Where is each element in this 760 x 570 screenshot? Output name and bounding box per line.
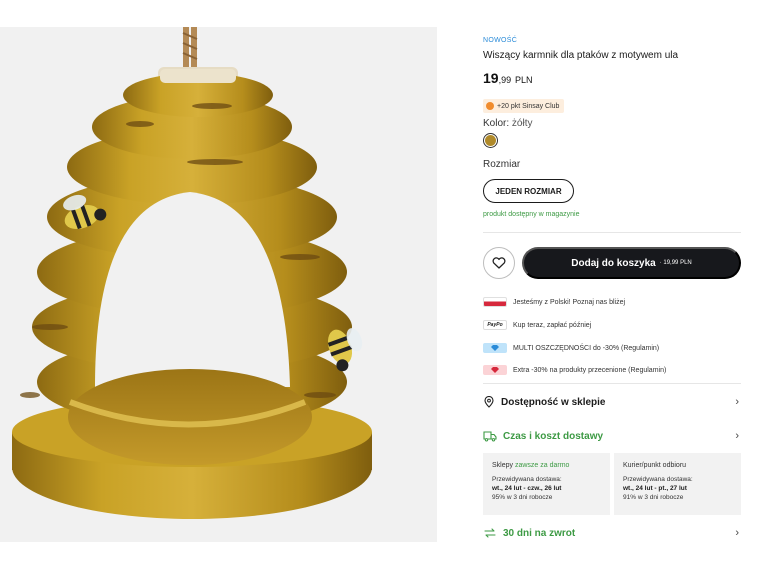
chevron-right-icon: › [735, 396, 739, 408]
delivery-stores-box: Sklepy zawsze za darmo Przewidywana dost… [483, 453, 610, 515]
color-value: żółty [511, 118, 533, 129]
add-to-cart-label: Dodaj do koszyka [571, 257, 656, 269]
promo-paypo[interactable]: PayPo Kup teraz, zapłać później [483, 318, 591, 332]
coin-icon [486, 102, 494, 110]
courier-rate: 91% w 3 dni robocze [623, 494, 684, 501]
store-availability-label: Dostępność w sklepie [501, 396, 606, 408]
color-label: Kolor: [483, 118, 510, 129]
heart-icon [492, 257, 506, 269]
favorite-button[interactable] [483, 247, 515, 279]
delivery-courier-box: Kurier/punkt odbioru Przewidywana dostaw… [614, 453, 741, 515]
courier-expected-label: Przewidywana dostawa: [623, 476, 693, 483]
promo-polish[interactable]: Jesteśmy z Polski! Poznaj nas bliżej [483, 295, 625, 309]
add-to-cart-button[interactable]: Dodaj do koszyka · 19,99 PLN [522, 247, 741, 279]
size-option-button[interactable]: JEDEN ROZMIAR [483, 179, 574, 203]
delivery-time-label: Czas i koszt dostawy [503, 430, 604, 442]
size-label: Rozmiar [483, 159, 521, 170]
chevron-right-icon: › [735, 430, 739, 442]
stores-expected-label: Przewidywana dostawa: [492, 476, 562, 483]
color-row: Kolor: żółty [483, 118, 532, 129]
club-points-text: +20 pkt Sinsay Club [497, 102, 560, 110]
polish-flag-icon [483, 297, 507, 307]
beehive-feeder-illustration [12, 27, 372, 519]
new-badge: NOWOŚĆ [483, 37, 518, 44]
delivery-truck-icon [483, 431, 497, 442]
returns-label: 30 dni na zwrot [503, 527, 576, 539]
color-swatch[interactable] [483, 133, 498, 148]
paypo-icon: PayPo [483, 320, 507, 330]
availability-status: produkt dostępny w magazynie [483, 211, 580, 218]
returns-link[interactable]: 30 dni na zwrot › [483, 524, 741, 542]
delivery-time-link[interactable]: Czas i koszt dostawy › [483, 427, 741, 445]
store-availability-link[interactable]: Dostępność w sklepie › [483, 393, 741, 411]
price-decimal: ,99 [498, 75, 512, 85]
club-points-badge[interactable]: +20 pkt Sinsay Club [483, 99, 565, 113]
chevron-right-icon: › [735, 527, 739, 539]
promo-multi[interactable]: MULTI OSZCZĘDNOŚCI do -30% (Regulamin) [483, 341, 659, 355]
stores-rate: 95% w 3 dni robocze [492, 494, 553, 501]
price-currency: PLN [514, 75, 533, 85]
courier-dates: wt., 24 lut - pt., 27 lut [623, 485, 687, 492]
promo-text: Extra -30% na produkty przecenione (Regu… [513, 366, 667, 374]
courier-label: Kurier/punkt odbioru [623, 462, 687, 469]
divider [483, 383, 741, 384]
multi-diamond-icon [483, 343, 507, 353]
promo-extra[interactable]: Extra -30% na produkty przecenione (Regu… [483, 363, 666, 377]
product-title: Wiszący karmnik dla ptaków z motywem ula [483, 50, 679, 61]
product-image[interactable] [0, 27, 437, 542]
swatch-fill [485, 135, 496, 146]
stores-dates: wt., 24 lut - czw., 26 lut [492, 485, 562, 492]
stores-label: Sklepy [492, 462, 514, 469]
extra-tag-icon [483, 365, 507, 375]
return-arrows-icon [484, 528, 496, 538]
promo-text: MULTI OSZCZĘDNOŚCI do -30% (Regulamin) [513, 344, 660, 352]
product-price: 19,99 PLN [483, 70, 533, 86]
price-main: 19 [483, 70, 499, 86]
promo-text: Jesteśmy z Polski! Poznaj nas bliżej [513, 298, 626, 306]
stores-free: zawsze za darmo [514, 462, 570, 469]
delivery-stores-head: Sklepy zawsze za darmo [492, 461, 601, 470]
add-to-cart-price: · 19,99 PLN [659, 260, 692, 266]
divider [483, 232, 741, 233]
location-pin-icon [484, 396, 494, 408]
promo-text: Kup teraz, zapłać później [513, 321, 592, 329]
